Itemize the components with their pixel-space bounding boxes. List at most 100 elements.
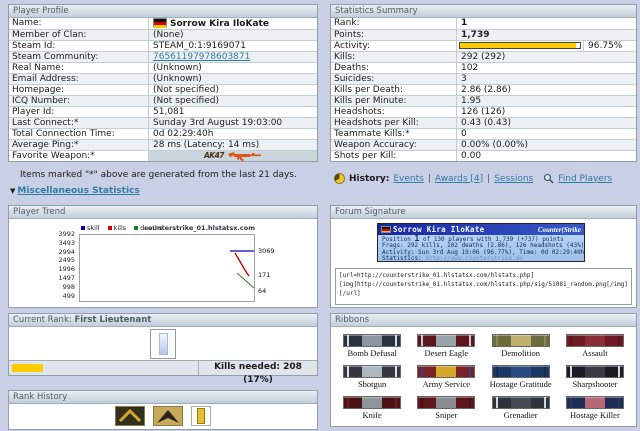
signature-bbcode-textarea[interactable]: [url=http://counterstrike_01.hlstatsx.co… [335, 268, 632, 305]
ribbon-item: Hostage Killer [558, 396, 632, 420]
gold-bar-rank-icon [191, 406, 211, 426]
table-row: Suicides: 3 [331, 73, 636, 84]
activity-bar-track [459, 42, 581, 49]
ribbon-item: Demolition [484, 334, 558, 358]
table-row: Deaths: 102 [331, 62, 636, 73]
asterisk-note: Items marked "*" above are generated fro… [20, 170, 297, 180]
ak47-weapon-icon [228, 151, 262, 161]
row-value: 28 ms (Latency: 14 ms) [153, 140, 260, 150]
row-value: 3 [461, 74, 467, 84]
ribbon-item: Shotgun [335, 365, 409, 389]
y-axis-tick: 2994 [58, 248, 75, 256]
table-row: Kills per Minute: 1.95 [331, 95, 636, 106]
row-value: (Unknown) [153, 74, 202, 84]
rank-progress-strip: Kills needed: 208 (17%) [9, 360, 317, 385]
row-value: 0d 02:29:40h [153, 129, 214, 139]
rank-progress-track [9, 361, 199, 375]
row-value: 292 (292) [461, 52, 506, 62]
player-trend-chart: skill kills deaths counterstrike_01.hlst… [9, 219, 317, 307]
chart-title: counterstrike_01.hlstatsx.com [144, 224, 255, 232]
ribbon-item: Hostage Gratitude [484, 365, 558, 389]
silver-bar-insignia-icon [158, 333, 168, 355]
bomb-defusal-ribbon-icon [343, 334, 402, 347]
skill-end-value: 3069 [258, 247, 275, 255]
ribbon-item: Army Service [409, 365, 483, 389]
history-awards-link[interactable]: Awards [4] [435, 174, 483, 184]
ribbon-item: Grenadier [484, 396, 558, 420]
table-row: Homepage: (Not specified) [9, 84, 317, 95]
rank-history-panel: Rank History [8, 390, 318, 430]
knife-ribbon-icon [343, 396, 402, 409]
miscellaneous-statistics-link[interactable]: Miscellaneous Statistics [17, 186, 139, 196]
history-sessions-link[interactable]: Sessions [494, 174, 533, 184]
army-service-ribbon-icon [417, 365, 476, 378]
ribbons-grid: Bomb Defusal Desert Eagle Demolition Ass… [331, 327, 636, 420]
activity-bar-fill [460, 43, 577, 48]
row-label: Name: [9, 18, 149, 29]
row-label: Kills per Death: [331, 85, 457, 95]
row-label: Average Ping:* [9, 140, 149, 150]
find-players-link[interactable]: Find Players [558, 174, 612, 184]
statistics-summary-table: Rank: 1 Points: 1,739 Activity: 96.75% K… [331, 18, 636, 161]
weapon-name-text: AK47 [203, 151, 225, 160]
table-row: Weapon Accuracy: 0.00% (0.00%) [331, 139, 636, 150]
table-row: Email Address: (Unknown) [9, 73, 317, 84]
table-row: Steam Community: 76561197978603871 [9, 51, 317, 62]
row-value: (Not specified) [153, 85, 219, 95]
table-row: Favorite Weapon:* AK47 [9, 150, 317, 161]
rank-history-icons [9, 404, 317, 428]
row-value: 0 [461, 129, 467, 139]
history-label: History: [349, 173, 390, 184]
row-value: 0.00% (0.00%) [461, 140, 529, 150]
magnifier-icon [543, 173, 554, 184]
rank-insignia-area [9, 328, 317, 360]
row-label: Steam Id: [9, 41, 149, 51]
activity-cell: 96.75% [457, 41, 636, 51]
table-row: Rank: 1 [331, 18, 636, 29]
table-row: Shots per Kill: 0.00 [331, 150, 636, 161]
row-label: Weapon Accuracy: [331, 140, 457, 150]
ribbons-panel: Ribbons Bomb Defusal Desert Eagle Demoli… [330, 313, 637, 427]
forum-signature-panel: Forum Signature Sorrow Kira IloKate Coun… [330, 205, 637, 308]
shotgun-ribbon-icon [343, 365, 402, 378]
history-links-bar: History: Events | Awards [4] | Sessions … [334, 173, 612, 184]
row-label: Steam Community: [9, 52, 149, 62]
row-label: ICQ Number: [9, 96, 149, 106]
kills-needed-label: Kills needed: 208 (17%) [214, 362, 302, 385]
row-label: Homepage: [9, 85, 149, 95]
history-events-link[interactable]: Events [393, 174, 423, 184]
steam-community-link[interactable]: 76561197978603871 [153, 52, 250, 62]
forum-signature-header: Forum Signature [331, 206, 636, 219]
row-label: Total Connection Time: [9, 129, 149, 139]
row-label: Email Address: [9, 74, 149, 84]
rank-progress-fill [12, 364, 44, 372]
gold-chevron-rank-icon [115, 406, 145, 426]
table-row: Real Name: (Unknown) [9, 62, 317, 73]
ribbon-item: Knife [335, 396, 409, 420]
miscellaneous-statistics-toggle[interactable]: ▼ Miscellaneous Statistics [10, 186, 140, 196]
y-axis-tick: 3992 [58, 230, 75, 238]
y-axis-tick: 499 [62, 292, 75, 300]
table-row: Teammate Kills:* 0 [331, 128, 636, 139]
points-value: 1,739 [461, 30, 490, 40]
row-value: (Not specified) [153, 96, 219, 106]
y-axis-tick: 998 [62, 283, 75, 291]
ribbon-item: Assault [558, 334, 632, 358]
legend-label: kills [113, 224, 127, 232]
table-row: Kills: 292 (292) [331, 51, 636, 62]
assault-ribbon-icon [565, 334, 624, 347]
y-axis-tick: 3493 [58, 239, 75, 247]
table-row: Headshots: 126 (126) [331, 106, 636, 117]
table-row: Player Id: 51,081 [9, 106, 317, 117]
table-row: Kills per Death: 2.86 (2.86) [331, 84, 636, 95]
row-label: Headshots: [331, 107, 457, 117]
row-value: 0.43 (0.43) [461, 118, 511, 128]
row-value: 0.00 [461, 151, 482, 161]
row-label: Headshots per Kill: [331, 118, 457, 128]
row-value: 51,081 [153, 107, 185, 117]
player-profile-panel: Player Profile Name: Sorrow Kira IloKate… [8, 4, 318, 162]
hlstatsx-player-page: { "profile": { "title": "Player Profile"… [0, 0, 640, 431]
plot-area [79, 234, 255, 302]
table-row: Total Connection Time: 0d 02:29:40h [9, 128, 317, 139]
dark-chevron-rank-icon [153, 406, 183, 426]
